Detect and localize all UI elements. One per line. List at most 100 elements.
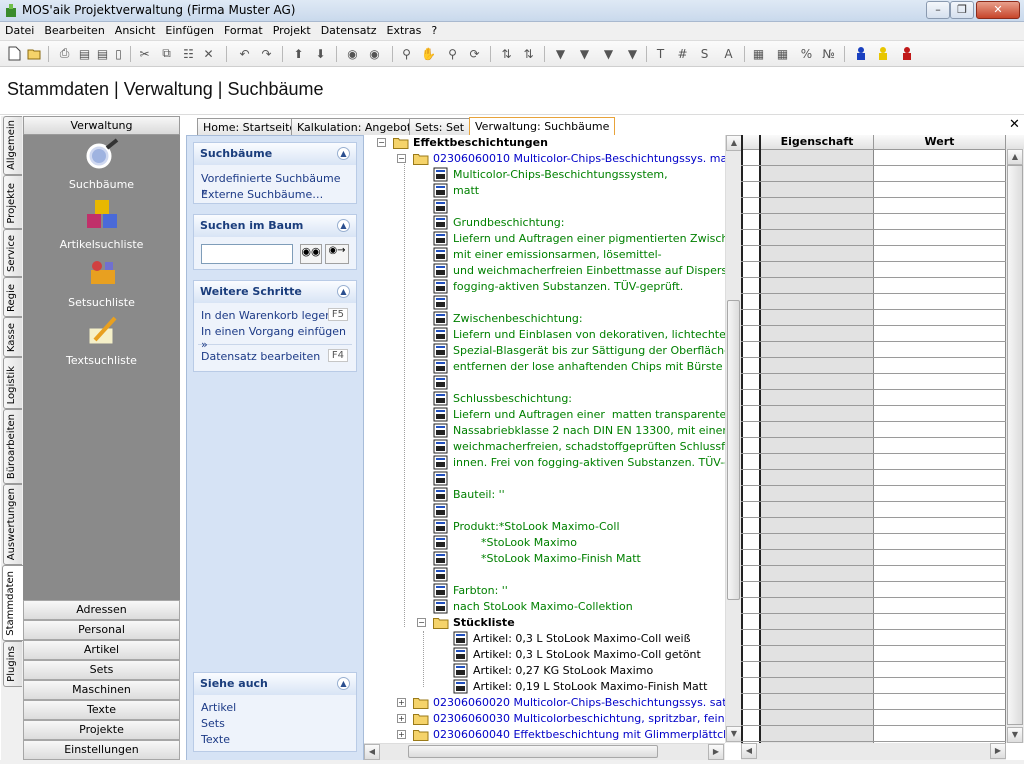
- link-warenkorb[interactable]: In den Warenkorb legen F5: [194, 308, 356, 324]
- redo-icon[interactable]: ↷: [258, 45, 275, 62]
- tree-text-line[interactable]: mit einer emissionsarmen, lösemittel-: [364, 247, 725, 263]
- tab-sets[interactable]: Sets: Set: [409, 118, 471, 135]
- grid-row[interactable]: [743, 726, 1005, 741]
- tree-text-line[interactable]: Multicolor-Chips-Beschichtungssystem,: [364, 167, 725, 183]
- vtab-regie[interactable]: Regie: [3, 277, 22, 317]
- filter-custom-icon[interactable]: ▼: [624, 45, 641, 62]
- scroll-down-icon[interactable]: ▼: [726, 726, 742, 742]
- filter-remove-icon[interactable]: ▼: [600, 45, 617, 62]
- grid-row[interactable]: [743, 182, 1005, 197]
- grid-vertical-scrollbar[interactable]: ▲ ▼: [1006, 149, 1024, 743]
- nav-button-maschinen[interactable]: Maschinen: [23, 680, 180, 700]
- tree-text-line[interactable]: Liefern und Auftragen einer pigmentierte…: [364, 231, 741, 247]
- tree-text-line[interactable]: Nassabriebklasse 2 nach DIN EN 13300, mi…: [364, 423, 741, 439]
- menu-bearbeiten[interactable]: Bearbeiten: [39, 22, 109, 41]
- grid-row[interactable]: [743, 598, 1005, 613]
- s-format-icon[interactable]: S: [696, 45, 713, 62]
- nav-button-sets[interactable]: Sets: [23, 660, 180, 680]
- collapse-icon[interactable]: ▲: [337, 147, 350, 160]
- tree-text-line[interactable]: [364, 199, 725, 215]
- tree-text-line[interactable]: matt: [364, 183, 725, 199]
- minimize-button[interactable]: –: [926, 1, 950, 19]
- zoom-icon[interactable]: ⚲: [398, 45, 415, 62]
- link-datensatz-bearbeiten[interactable]: Datensatz bearbeiten F4: [194, 349, 356, 365]
- close-button[interactable]: ✕: [976, 1, 1020, 19]
- collapse-tree-icon[interactable]: −: [397, 154, 406, 163]
- text-format-icon[interactable]: T: [652, 45, 669, 62]
- find-next-icon[interactable]: ◉: [366, 45, 383, 62]
- column-header-eigenschaft[interactable]: Eigenschaft: [760, 135, 873, 150]
- hand-icon[interactable]: ✋: [420, 45, 437, 62]
- nav-button-einstellungen[interactable]: Einstellungen: [23, 740, 180, 760]
- nav-item-suchbaeume[interactable]: Suchbäume: [23, 138, 180, 191]
- grid-row[interactable]: [743, 646, 1005, 661]
- move-up-icon[interactable]: ⬆: [290, 45, 307, 62]
- percent-icon[interactable]: %: [798, 45, 815, 62]
- link-artikel[interactable]: Artikel: [194, 700, 356, 716]
- collapse-tree-icon[interactable]: −: [377, 138, 386, 147]
- tree-text-line[interactable]: [364, 375, 725, 391]
- calculate-icon[interactable]: ▦: [750, 45, 767, 62]
- scroll-up-icon[interactable]: ▲: [726, 135, 742, 151]
- grid-row[interactable]: [743, 422, 1005, 437]
- tree-node-item[interactable]: − 02306060010 Multicolor-Chips-Beschichtu…: [364, 151, 741, 167]
- cut-icon[interactable]: ✂: [136, 45, 153, 62]
- collapse-icon[interactable]: ▲: [337, 677, 350, 690]
- scroll-left-icon[interactable]: ◀: [741, 743, 757, 759]
- menu-extras[interactable]: Extras: [382, 22, 427, 41]
- print-icon[interactable]: ⎙: [56, 45, 73, 62]
- scroll-thumb[interactable]: [1007, 165, 1023, 725]
- tree-text-line[interactable]: Liefern und Einblasen von dekorativen, l…: [364, 327, 741, 343]
- tree-text-line[interactable]: Produkt:*StoLook Maximo-Coll: [364, 519, 725, 535]
- menu-ansicht[interactable]: Ansicht: [110, 22, 161, 41]
- grid-row[interactable]: [743, 166, 1005, 181]
- document-icon[interactable]: ▯: [110, 45, 127, 62]
- tree-text-line[interactable]: Bauteil: '': [364, 487, 725, 503]
- tree-text-line[interactable]: [364, 471, 725, 487]
- grid-row[interactable]: [743, 406, 1005, 421]
- menu-datei[interactable]: Datei: [0, 22, 39, 41]
- grid-row[interactable]: [743, 470, 1005, 485]
- grid-row[interactable]: [743, 342, 1005, 357]
- menu-format[interactable]: Format: [219, 22, 268, 41]
- tree-text-line[interactable]: Liefern und Auftragen einer matten trans…: [364, 407, 741, 423]
- group-icon[interactable]: ▦: [774, 45, 791, 62]
- page-setup-icon[interactable]: ▤: [94, 45, 111, 62]
- delete-icon[interactable]: ✕: [200, 45, 217, 62]
- grid-row[interactable]: [743, 454, 1005, 469]
- grid-horizontal-scrollbar[interactable]: ◀ ▶: [741, 743, 1006, 760]
- nav-item-textsuchliste[interactable]: Textsuchliste: [23, 314, 180, 367]
- menu-datensatz[interactable]: Datensatz: [316, 22, 382, 41]
- tree-vertical-scrollbar[interactable]: ▲ ▼: [725, 135, 742, 743]
- link-vorgang-einfuegen[interactable]: In einen Vorgang einfügen »: [194, 324, 356, 351]
- nav-button-adressen[interactable]: Adressen: [23, 600, 180, 620]
- tree-text-line[interactable]: [364, 503, 725, 519]
- tree-node-sibling[interactable]: +02306060040 Effektbeschichtung mit Glim…: [364, 727, 741, 743]
- a-format-icon[interactable]: A: [720, 45, 737, 62]
- nav-item-setsuchliste[interactable]: Setsuchliste: [23, 256, 180, 309]
- paste-icon[interactable]: ☷: [180, 45, 197, 62]
- expand-icon[interactable]: +: [397, 698, 406, 707]
- vtab-kasse[interactable]: Kasse: [3, 317, 22, 357]
- tree-node-sibling[interactable]: +02306060030 Multicolorbeschichtung, spr…: [364, 711, 741, 727]
- tree-text-line[interactable]: und weichmacherfreien Einbettmasse auf D…: [364, 263, 741, 279]
- filter-icon[interactable]: ▼: [552, 45, 569, 62]
- link-vordefinierte-suchbaeume[interactable]: Vordefinierte Suchbäume »: [194, 171, 356, 198]
- grid-row[interactable]: [743, 438, 1005, 453]
- grid-row[interactable]: [743, 374, 1005, 389]
- nav-button-artikel[interactable]: Artikel: [23, 640, 180, 660]
- print-preview-icon[interactable]: ▤: [76, 45, 93, 62]
- column-header-wert[interactable]: Wert: [873, 135, 1006, 150]
- tree-text-line[interactable]: nach StoLook Maximo-Collektion: [364, 599, 725, 615]
- vtab-stammdaten[interactable]: Stammdaten: [2, 565, 23, 641]
- user-yellow-icon[interactable]: [874, 45, 891, 62]
- scroll-thumb[interactable]: [408, 745, 658, 758]
- tab-kalkulation[interactable]: Kalkulation: Angebot: [291, 118, 418, 135]
- tab-verwaltung[interactable]: Verwaltung: Suchbäume: [469, 117, 616, 135]
- scroll-left-icon[interactable]: ◀: [364, 744, 380, 760]
- link-sets[interactable]: Sets: [194, 716, 356, 732]
- collapse-icon[interactable]: ▲: [337, 219, 350, 232]
- tree-text-line[interactable]: *StoLook Maximo: [364, 535, 725, 551]
- open-folder-icon[interactable]: [26, 45, 43, 62]
- vtab-logistik[interactable]: Logistik: [3, 357, 22, 409]
